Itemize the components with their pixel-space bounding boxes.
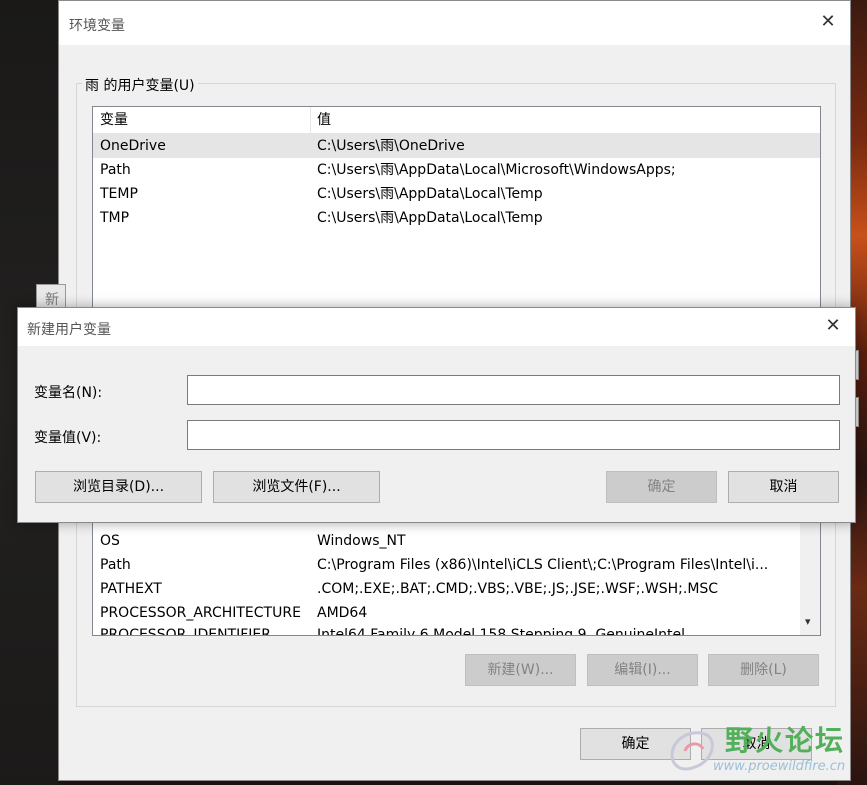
- close-icon[interactable]: ✕: [823, 316, 843, 336]
- variable-value-input[interactable]: [187, 420, 840, 450]
- variable-name-label: 变量名(N):: [34, 385, 103, 401]
- column-header-variable[interactable]: 变量: [93, 107, 311, 133]
- dialog-titlebar: 新建用户变量 ✕: [18, 308, 855, 346]
- watermark-text: 野火论坛: [725, 724, 846, 757]
- row-value: Windows_NT: [317, 533, 406, 549]
- delete-system-variable-button[interactable]: 删除(L): [708, 654, 819, 686]
- row-value: C:\Users\雨\AppData\Local\Microsoft\Windo…: [317, 162, 676, 178]
- table-row[interactable]: TEMP C:\Users\雨\AppData\Local\Temp: [93, 182, 820, 206]
- browse-file-button[interactable]: 浏览文件(F)...: [213, 471, 380, 503]
- new-user-variable-dialog: 新建用户变量 ✕ 变量名(N): 变量值(V): 浏览目录(D)... 浏览文件…: [17, 307, 856, 523]
- system-variables-list[interactable]: OS Windows_NT Path C:\Program Files (x86…: [92, 506, 821, 636]
- table-row[interactable]: Path C:\Program Files (x86)\Intel\iCLS C…: [93, 553, 820, 577]
- table-row[interactable]: PATHEXT .COM;.EXE;.BAT;.CMD;.VBS;.VBE;.J…: [93, 577, 820, 601]
- row-value: C:\Users\雨\AppData\Local\Temp: [317, 186, 543, 202]
- row-value: C:\Users\雨\AppData\Local\Temp: [317, 210, 543, 226]
- table-row[interactable]: TMP C:\Users\雨\AppData\Local\Temp: [93, 206, 820, 230]
- row-value: C:\Program Files (x86)\Intel\iCLS Client…: [317, 557, 769, 573]
- row-value: .COM;.EXE;.BAT;.CMD;.VBS;.VBE;.JS;.JSE;.…: [317, 581, 719, 597]
- row-name: PATHEXT: [100, 581, 162, 597]
- table-row[interactable]: OS Windows_NT: [93, 529, 820, 553]
- watermark: 野火论坛 www.proewildfire.cn: [655, 715, 867, 785]
- user-variables-group-label: 雨 的用户变量(U): [82, 75, 198, 95]
- dialog-title: 新建用户变量: [27, 322, 111, 338]
- row-name: TMP: [100, 210, 130, 226]
- row-name: Path: [100, 162, 131, 178]
- list-header: 变量 值: [93, 107, 820, 134]
- window-titlebar: 环境变量 ✕: [59, 1, 850, 45]
- dialog-cancel-button[interactable]: 取消: [728, 471, 839, 503]
- table-row[interactable]: PROCESSOR_ARCHITECTURE AMD64: [93, 601, 820, 625]
- row-name: PROCESSOR_IDENTIFIER: [100, 627, 271, 636]
- row-name: TEMP: [100, 186, 138, 202]
- vertical-scrollbar[interactable]: ▾: [800, 507, 820, 635]
- new-system-variable-button[interactable]: 新建(W)...: [465, 654, 576, 686]
- watermark-url: www.proewildfire.cn: [713, 759, 846, 774]
- close-icon[interactable]: ✕: [818, 12, 838, 32]
- variable-value-label: 变量值(V):: [34, 430, 102, 446]
- user-variables-list[interactable]: 变量 值 OneDrive C:\Users\雨\OneDrive Path C…: [92, 106, 821, 313]
- row-value: AMD64: [317, 605, 368, 621]
- table-row[interactable]: OneDrive C:\Users\雨\OneDrive: [93, 134, 820, 158]
- row-value: Intel64 Family 6 Model 158 Stepping 9, G…: [317, 627, 686, 636]
- table-row[interactable]: Path C:\Users\雨\AppData\Local\Microsoft\…: [93, 158, 820, 182]
- row-name: OS: [100, 533, 120, 549]
- edit-system-variable-button[interactable]: 编辑(I)...: [587, 654, 698, 686]
- window-title: 环境变量: [69, 18, 125, 34]
- dialog-ok-button[interactable]: 确定: [606, 471, 717, 503]
- chevron-down-icon[interactable]: ▾: [805, 615, 811, 628]
- row-name: PROCESSOR_ARCHITECTURE: [100, 605, 301, 621]
- row-name: Path: [100, 557, 131, 573]
- background-dialog-title-fragment: 新: [45, 292, 59, 308]
- browse-directory-button[interactable]: 浏览目录(D)...: [35, 471, 202, 503]
- row-value: C:\Users\雨\OneDrive: [317, 138, 465, 154]
- row-name: OneDrive: [100, 138, 166, 154]
- table-row[interactable]: PROCESSOR_IDENTIFIER Intel64 Family 6 Mo…: [93, 625, 820, 636]
- variable-name-input[interactable]: [187, 375, 840, 405]
- column-header-value[interactable]: 值: [311, 107, 331, 133]
